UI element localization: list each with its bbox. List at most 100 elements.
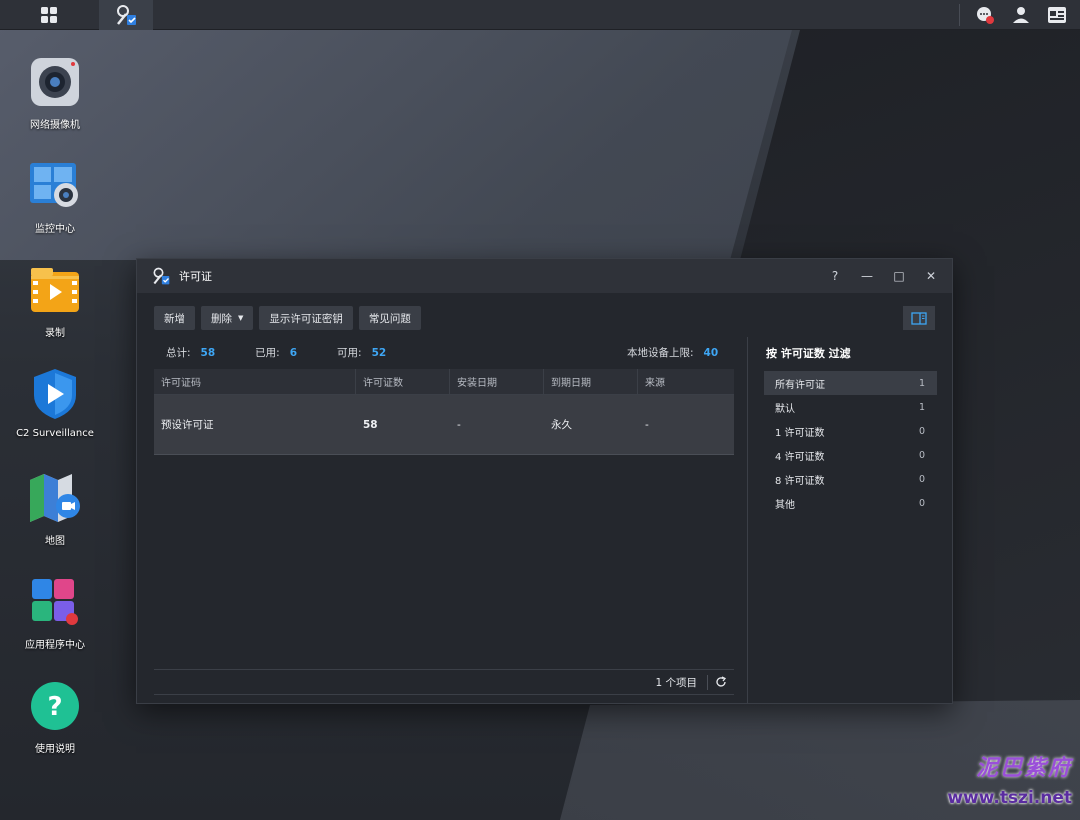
stat-available-label: 可用: xyxy=(337,347,362,359)
c2-shield-icon xyxy=(34,369,76,419)
main-menu-button[interactable] xyxy=(0,0,98,30)
stat-used: 已用: 6 xyxy=(255,345,297,360)
map-icon xyxy=(30,474,80,522)
stat-total-label: 总计: xyxy=(166,347,191,359)
desktop-icon-label: 网络摄像机 xyxy=(30,120,80,131)
window-content: 新增 删除 ▼ 显示许可证密钥 常见问题 总计: 58 已用: 6 可用: 52 本地设… xyxy=(137,293,952,703)
table-footer: 1 个项目 xyxy=(154,669,734,695)
minimize-button[interactable]: — xyxy=(860,269,874,283)
widgets-icon xyxy=(1048,7,1066,23)
desktop-icon-recording[interactable]: 录制 xyxy=(0,262,110,339)
filter-item-all[interactable]: 所有许可证 1 xyxy=(764,371,937,395)
license-table: 许可证码 许可证数 安装日期 到期日期 来源 预设许可证 58 - 永久 - xyxy=(154,369,734,455)
stat-used-label: 已用: xyxy=(255,347,280,359)
stat-total: 总计: 58 xyxy=(166,345,215,360)
column-header-count[interactable]: 许可证数 xyxy=(356,369,450,394)
column-header-code[interactable]: 许可证码 xyxy=(154,369,356,394)
stat-available-value: 52 xyxy=(371,347,387,359)
filter-panel: 按 许可证数 过滤 所有许可证 1 默认 1 1 许可证数 0 4 许可证数 0 8 许… xyxy=(747,337,953,703)
cell-expire-date: 永久 xyxy=(551,419,572,431)
table-row[interactable]: 预设许可证 58 - 永久 - xyxy=(154,395,734,455)
taskbar-tray xyxy=(959,0,1068,30)
notifications-button[interactable] xyxy=(974,4,996,26)
column-header-source[interactable]: 来源 xyxy=(638,369,734,394)
watermark: 泥巴紫府 www.tszi.net xyxy=(932,732,1072,812)
refresh-button[interactable] xyxy=(708,676,734,688)
desktop-icon-help[interactable]: ? 使用说明 xyxy=(0,678,110,755)
window-title: 许可证 xyxy=(179,270,212,283)
faq-button-label: 常见问题 xyxy=(368,312,411,325)
maximize-button[interactable]: □ xyxy=(892,269,906,283)
recording-icon xyxy=(31,268,79,312)
add-button[interactable]: 新增 xyxy=(154,306,195,330)
desktop-icon-label: 地图 xyxy=(45,536,65,547)
item-count: 1 个项目 xyxy=(655,674,708,690)
desktop-icon-map[interactable]: 地图 xyxy=(0,470,110,547)
window-controls: ? — □ ✕ xyxy=(828,259,938,293)
side-panel-icon xyxy=(911,311,927,325)
show-key-button-label: 显示许可证密钥 xyxy=(269,312,343,325)
filter-item-1[interactable]: 1 许可证数 0 xyxy=(764,419,937,443)
cell-source: - xyxy=(645,418,649,431)
device-limit-label: 本地设备上限: xyxy=(627,347,694,359)
widgets-button[interactable] xyxy=(1046,4,1068,26)
cell-code: 预设许可证 xyxy=(161,419,214,431)
delete-button[interactable]: 删除 ▼ xyxy=(201,306,254,330)
desktop-icon-label: 监控中心 xyxy=(35,224,75,235)
cell-install-date: - xyxy=(457,418,461,431)
grid-icon xyxy=(41,7,57,23)
app-center-icon xyxy=(32,579,78,625)
help-icon: ? xyxy=(31,682,79,730)
device-limit: 本地设备上限: 40 xyxy=(627,345,718,360)
filter-item-label: 1 许可证数 xyxy=(775,427,825,439)
filter-item-label: 所有许可证 xyxy=(775,379,825,391)
user-icon xyxy=(1013,7,1029,23)
table-header: 许可证码 许可证数 安装日期 到期日期 来源 xyxy=(154,369,734,395)
filter-title: 按 许可证数 过滤 xyxy=(766,347,851,360)
license-stats: 总计: 58 已用: 6 可用: 52 xyxy=(166,345,426,360)
chat-icon xyxy=(977,7,994,24)
taskbar-app-license[interactable] xyxy=(99,0,153,30)
column-header-expire-date[interactable]: 到期日期 xyxy=(544,369,638,394)
camera-icon xyxy=(31,58,79,106)
filter-item-count: 1 xyxy=(918,377,925,389)
filter-item-count: 0 xyxy=(918,449,925,461)
cell-count: 58 xyxy=(363,418,378,431)
filter-item-8[interactable]: 8 许可证数 0 xyxy=(764,467,937,491)
desktop-icon-monitor-center[interactable]: 监控中心 xyxy=(0,158,110,235)
filter-item-label: 默认 xyxy=(775,403,795,415)
desktop-icon-c2-surveillance[interactable]: C2 Surveillance xyxy=(0,366,110,439)
faq-button[interactable]: 常见问题 xyxy=(358,306,421,330)
caret-down-icon: ▼ xyxy=(238,314,244,322)
filter-item-other[interactable]: 其他 0 xyxy=(764,491,937,515)
filter-item-label: 8 许可证数 xyxy=(775,475,825,487)
filter-item-count: 1 xyxy=(918,401,925,413)
desktop-icon-camera[interactable]: 网络摄像机 xyxy=(0,54,110,131)
stat-used-value: 6 xyxy=(289,347,298,359)
license-key-icon xyxy=(153,267,170,285)
delete-button-label: 删除 xyxy=(211,312,232,325)
column-header-install-date[interactable]: 安装日期 xyxy=(450,369,544,394)
filter-item-4[interactable]: 4 许可证数 0 xyxy=(764,443,937,467)
add-button-label: 新增 xyxy=(164,312,185,325)
watermark-text: 泥巴紫府 xyxy=(975,755,1072,781)
license-window: 许可证 ? — □ ✕ 新增 删除 ▼ 显示许可证密钥 常见问题 总计: 58 已用… xyxy=(136,258,953,704)
stat-total-value: 58 xyxy=(200,347,216,359)
filter-item-count: 0 xyxy=(918,497,925,509)
desktop-icon-label: 使用说明 xyxy=(35,744,75,755)
svg-text:?: ? xyxy=(47,692,62,722)
desktop-icon-label: 录制 xyxy=(45,328,65,339)
show-key-button[interactable]: 显示许可证密钥 xyxy=(259,306,353,330)
filter-item-label: 其他 xyxy=(775,499,795,511)
window-titlebar[interactable]: 许可证 ? — □ ✕ xyxy=(137,259,952,293)
desktop-icon-app-center[interactable]: 应用程序中心 xyxy=(0,574,110,651)
desktop-icon-label: 应用程序中心 xyxy=(25,640,85,651)
close-button[interactable]: ✕ xyxy=(924,269,938,283)
divider xyxy=(959,4,960,26)
filter-item-default[interactable]: 默认 1 xyxy=(764,395,937,419)
watermark-url: www.tszi.net xyxy=(947,788,1072,808)
help-button[interactable]: ? xyxy=(828,269,842,283)
panel-toggle-button[interactable] xyxy=(903,306,935,330)
user-button[interactable] xyxy=(1010,4,1032,26)
toolbar: 新增 删除 ▼ 显示许可证密钥 常见问题 xyxy=(154,306,421,330)
